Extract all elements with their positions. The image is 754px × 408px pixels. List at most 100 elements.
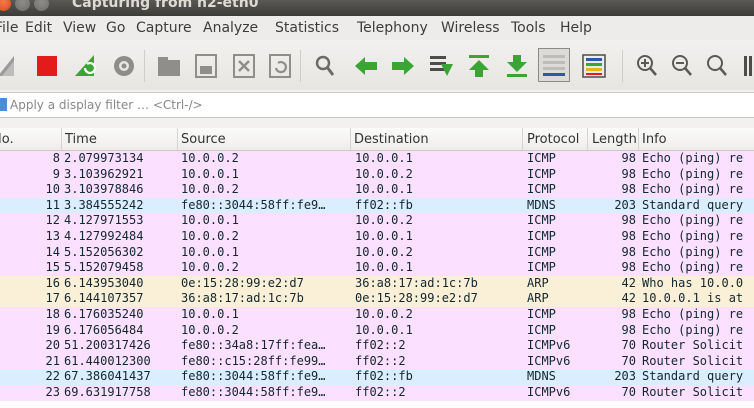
packet-length: 98 [621, 213, 636, 228]
packet-destination: 10.0.0.1 [355, 182, 413, 197]
window-close-icon[interactable] [0, 0, 11, 11]
menu-tools[interactable]: Tools [511, 20, 546, 36]
find-packet-icon[interactable] [311, 52, 339, 80]
packet-time: 5.152056302 [64, 244, 144, 259]
capture-options-icon[interactable] [110, 52, 138, 80]
menu-statistics[interactable]: Statistics [275, 20, 339, 36]
packet-time: 3.103978846 [64, 182, 144, 197]
table-row[interactable]: 14 5.152056302 10.0.0.1 10.0.0.2 ICMP 98 Echo … [0, 244, 754, 261]
title-bar: Capturing from h2-eth0 [0, 0, 754, 16]
packet-length: 42 [621, 291, 636, 306]
packet-length: 98 [621, 151, 636, 165]
packet-length: 98 [621, 228, 636, 243]
window-minimize-icon[interactable] [15, 0, 30, 11]
zoom-normal-icon[interactable] [703, 52, 731, 80]
table-row[interactable]: 21 61.440012300 fe80::c15:28ff:fe99… ff02::… [0, 353, 754, 370]
packet-no: 22 [45, 369, 60, 384]
table-row[interactable]: 10 3.103978846 10.0.0.2 10.0.0.1 ICMP 98 Echo … [0, 182, 754, 198]
table-row[interactable]: 19 6.176056484 10.0.0.2 10.0.0.1 ICMP 98 Echo … [0, 322, 754, 339]
reload-file-icon[interactable] [266, 52, 294, 80]
packet-info: Router Solicit [642, 353, 744, 368]
colorize-icon[interactable] [580, 52, 608, 80]
zoom-out-icon[interactable] [668, 52, 696, 80]
table-row[interactable]: 12 4.127971553 10.0.0.1 10.0.0.2 ICMP 98 Echo … [0, 213, 754, 229]
packet-protocol: ICMPv6 [527, 384, 571, 399]
auto-scroll-icon[interactable] [538, 48, 570, 82]
packet-time: 67.386041437 [64, 369, 151, 384]
packet-protocol: ICMP [527, 244, 556, 259]
shark-fin-start-icon[interactable] [0, 52, 22, 80]
column-header-protocol[interactable]: Protocol [527, 132, 579, 147]
close-file-icon[interactable] [230, 52, 258, 80]
table-row[interactable]: 11 3.384555242 fe80::3044:58ff:fe9… ff02::f… [0, 197, 754, 214]
save-file-icon[interactable] [192, 52, 220, 80]
display-filter-bar [0, 92, 754, 118]
column-header-time[interactable]: Time [65, 132, 97, 147]
main-toolbar [0, 40, 754, 90]
column-header-length[interactable]: Length [592, 132, 637, 147]
packet-protocol: ICMP [527, 213, 556, 228]
table-row[interactable]: 8 2.079973134 10.0.0.2 10.0.0.1 ICMP 98 Echo (… [0, 151, 754, 167]
packet-source: 10.0.0.2 [181, 228, 239, 243]
go-first-packet-icon[interactable] [465, 52, 493, 80]
packet-source: 10.0.0.2 [181, 151, 239, 165]
menu-analyze[interactable]: Analyze [203, 20, 258, 36]
packet-destination: 10.0.0.1 [355, 322, 413, 337]
packet-length: 98 [621, 244, 636, 259]
packet-no: 20 [45, 338, 60, 353]
menu-go[interactable]: Go [106, 20, 125, 36]
packet-info: Standard query [642, 197, 744, 212]
packet-destination: 10.0.0.1 [355, 151, 413, 165]
packet-source: 10.0.0.1 [181, 166, 239, 181]
packet-no: 21 [45, 353, 60, 368]
column-header-source[interactable]: Source [181, 132, 226, 147]
packet-protocol: ARP [527, 291, 549, 306]
display-filter-input[interactable] [10, 93, 754, 117]
go-forward-icon[interactable] [389, 52, 417, 80]
packet-destination: 0e:15:28:99:e2:d7 [355, 291, 478, 306]
menu-view[interactable]: View [63, 20, 96, 36]
column-divider [350, 128, 351, 150]
packet-source: 10.0.0.2 [181, 322, 239, 337]
column-header-destination[interactable]: Destination [354, 132, 429, 147]
resize-columns-icon[interactable] [735, 52, 754, 80]
table-row[interactable]: 18 6.176035240 10.0.0.1 10.0.0.2 ICMP 98 Echo … [0, 306, 754, 323]
go-last-packet-icon[interactable] [503, 52, 531, 80]
packet-time: 4.127992484 [64, 228, 144, 243]
column-header-no[interactable]: No. [0, 132, 14, 147]
table-row[interactable]: 16 6.143953040 0e:15:28:99:e2:d7 36:a8:17:a… [0, 275, 754, 292]
packet-info: Echo (ping) re [642, 228, 744, 243]
stop-capture-icon[interactable] [33, 52, 61, 80]
packet-protocol: ICMP [527, 228, 556, 243]
packet-source: 10.0.0.1 [181, 244, 239, 259]
menu-wireless[interactable]: Wireless [441, 20, 500, 36]
restart-capture-icon[interactable] [72, 52, 100, 80]
menu-help[interactable]: Help [560, 20, 592, 36]
packet-no: 18 [45, 306, 60, 321]
open-file-icon[interactable] [155, 52, 183, 80]
packet-source: 10.0.0.1 [181, 306, 239, 321]
menu-telephony[interactable]: Telephony [357, 20, 428, 36]
table-row[interactable]: 23 69.631917758 fe80::3044:58ff:fe9… ff02::… [0, 384, 754, 401]
column-header-info[interactable]: Info [642, 132, 667, 147]
bookmark-icon[interactable] [0, 98, 7, 111]
packet-protocol: MDNS [527, 197, 556, 212]
packet-info: Echo (ping) re [642, 213, 744, 228]
table-row[interactable]: 17 6.144107357 36:a8:17:ad:1c:7b 0e:15:28:9… [0, 291, 754, 307]
table-row[interactable]: 20 51.200317426 fe80::34a8:17ff:fea… ff02::… [0, 338, 754, 354]
zoom-in-icon[interactable] [633, 52, 661, 80]
table-row[interactable]: 15 5.152079458 10.0.0.2 10.0.0.1 ICMP 98 Echo … [0, 260, 754, 276]
table-row[interactable]: 22 67.386041437 fe80::3044:58ff:fe9… ff02::… [0, 369, 754, 385]
packet-time: 69.631917758 [64, 384, 151, 399]
window-maximize-icon[interactable] [34, 0, 49, 11]
menu-file[interactable]: File [0, 20, 18, 36]
packet-no: 19 [45, 322, 60, 337]
go-to-packet-icon[interactable] [427, 52, 455, 80]
menu-capture[interactable]: Capture [136, 20, 192, 36]
menu-edit[interactable]: Edit [25, 20, 52, 36]
packet-destination: 10.0.0.1 [355, 260, 413, 275]
table-row[interactable]: 13 4.127992484 10.0.0.2 10.0.0.1 ICMP 98 Echo … [0, 228, 754, 245]
packet-length: 98 [621, 322, 636, 337]
table-row[interactable]: 9 3.103962921 10.0.0.1 10.0.0.2 ICMP 98 Echo (… [0, 166, 754, 183]
go-back-icon[interactable] [352, 52, 380, 80]
